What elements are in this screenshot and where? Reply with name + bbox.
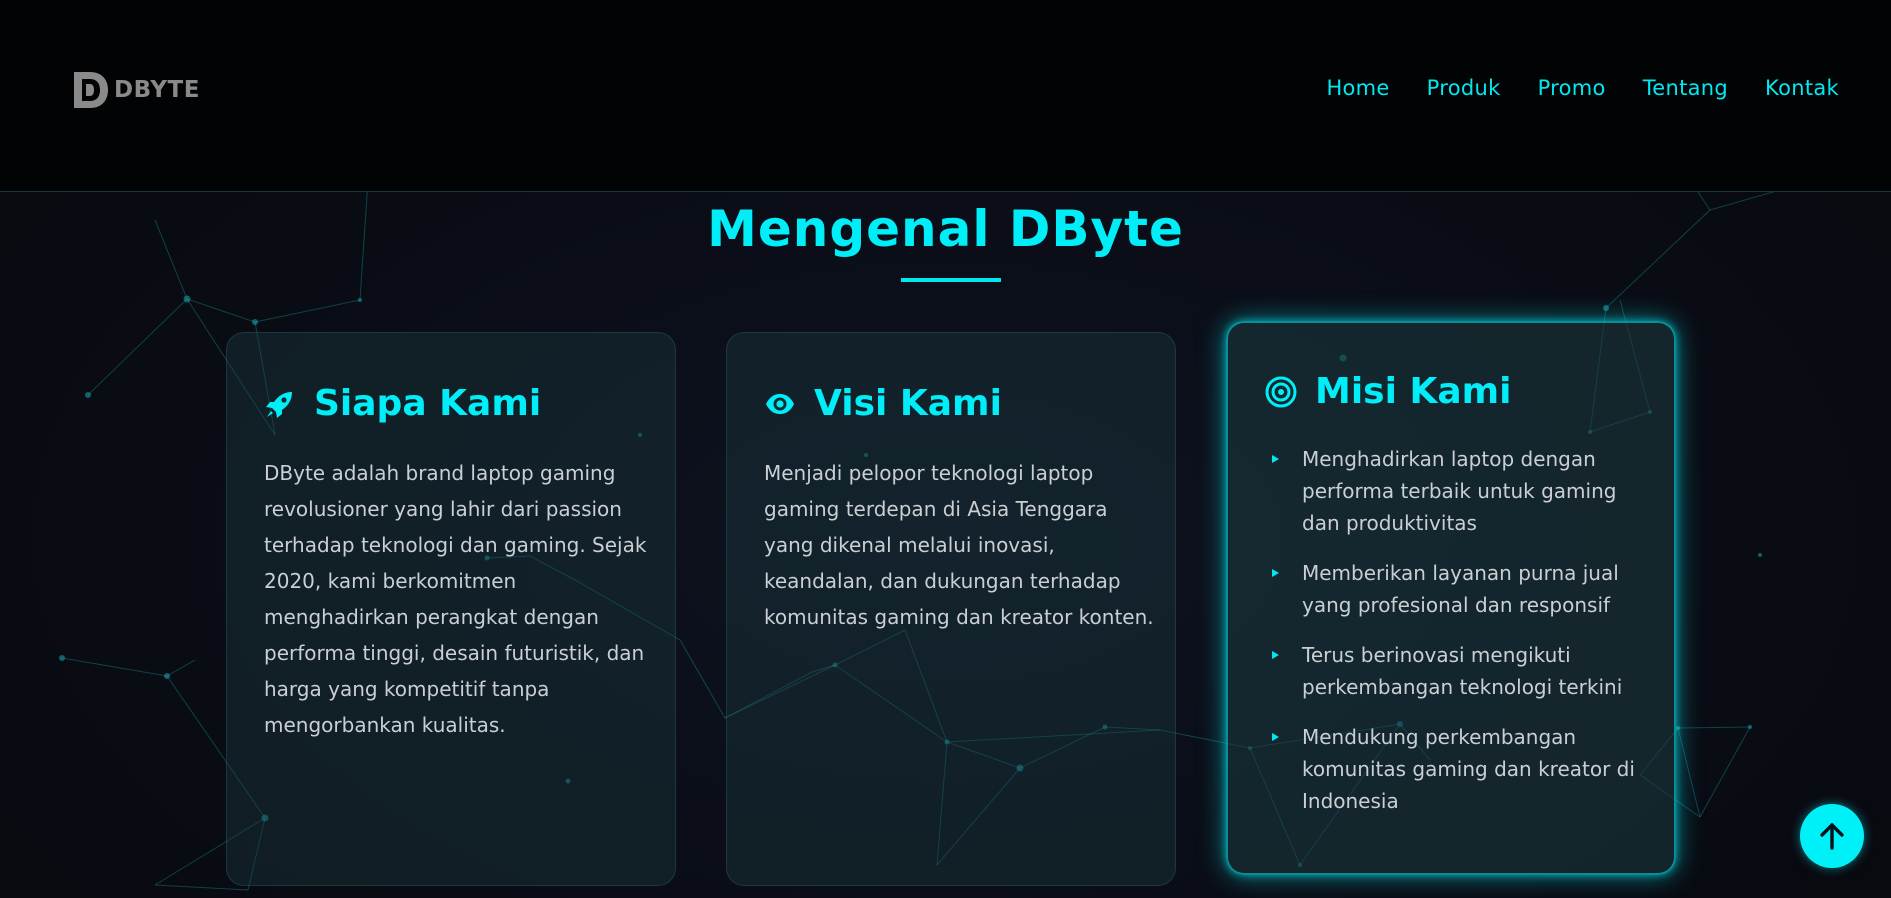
brand-logo[interactable]: DBYTE <box>72 70 200 110</box>
mission-list: Menghadirkan laptop dengan performa terb… <box>1264 443 1644 835</box>
mission-item: Mendukung perkembangan komunitas gaming … <box>1264 721 1644 817</box>
target-icon <box>1265 376 1297 407</box>
card-visi-kami: Visi Kami Menjadi pelopor teknologi lapt… <box>726 332 1176 886</box>
mission-item-text: Terus berinovasi mengikuti perkembangan … <box>1302 643 1623 699</box>
triangle-bullet-icon <box>1272 733 1279 741</box>
eye-icon <box>766 393 794 414</box>
arrow-up-icon <box>1820 823 1844 850</box>
card-description: Menjadi pelopor teknologi laptop gaming … <box>764 461 1154 629</box>
card-header: Misi Kami <box>1265 371 1512 412</box>
card-title: Siapa Kami <box>314 383 542 424</box>
logo-text: DBYTE <box>114 77 200 103</box>
card-header: Siapa Kami <box>264 383 541 424</box>
card-header: Visi Kami <box>764 383 1002 424</box>
mission-item-text: Memberikan layanan purna jual yang profe… <box>1302 561 1619 617</box>
back-to-top-button[interactable] <box>1800 804 1864 868</box>
section-title: Mengenal DByte <box>707 200 1184 258</box>
nav-produk[interactable]: Produk <box>1427 76 1501 100</box>
nav-kontak[interactable]: Kontak <box>1765 76 1839 100</box>
title-underline <box>901 278 1001 282</box>
triangle-bullet-icon <box>1272 455 1279 463</box>
page: DBYTE Home Produk Promo Tentang Kontak M… <box>0 0 1891 898</box>
card-title: Misi Kami <box>1315 371 1512 412</box>
card-title: Visi Kami <box>814 383 1002 424</box>
mission-item: Memberikan layanan purna jual yang profe… <box>1264 557 1644 621</box>
triangle-bullet-icon <box>1272 651 1279 659</box>
card-siapa-kami: Siapa Kami DByte adalah brand laptop gam… <box>226 332 676 886</box>
mission-item-text: Mendukung perkembangan komunitas gaming … <box>1302 725 1635 813</box>
nav-home[interactable]: Home <box>1326 76 1389 100</box>
main-nav: Home Produk Promo Tentang Kontak <box>1326 76 1839 100</box>
mission-item: Terus berinovasi mengikuti perkembangan … <box>1264 639 1644 703</box>
nav-promo[interactable]: Promo <box>1538 76 1606 100</box>
mission-item: Menghadirkan laptop dengan performa terb… <box>1264 443 1644 539</box>
card-misi-kami: Misi Kami Menghadirkan laptop dengan per… <box>1226 321 1676 875</box>
rocket-icon <box>266 391 292 418</box>
nav-tentang[interactable]: Tentang <box>1643 76 1728 100</box>
card-description: DByte adalah brand laptop gaming revolus… <box>264 461 647 737</box>
dbyte-logo-icon <box>74 72 108 108</box>
site-header: DBYTE Home Produk Promo Tentang Kontak <box>0 0 1891 192</box>
triangle-bullet-icon <box>1272 569 1279 577</box>
mission-item-text: Menghadirkan laptop dengan performa terb… <box>1302 447 1617 535</box>
